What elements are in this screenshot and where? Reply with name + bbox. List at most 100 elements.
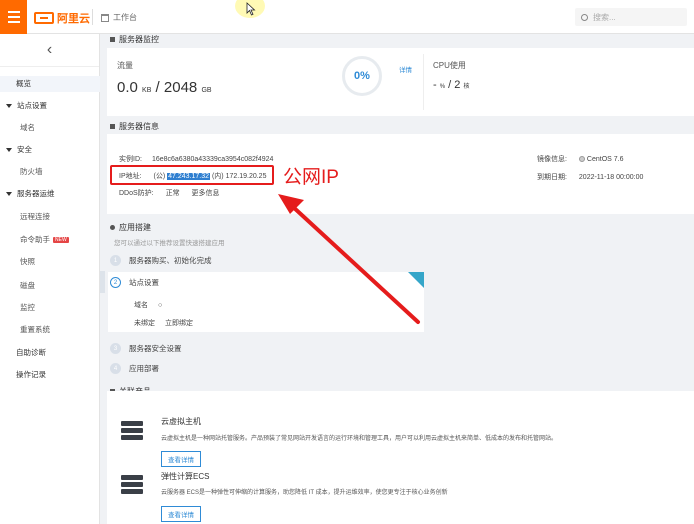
traffic-used-unit: KB: [142, 87, 152, 94]
sidebar-group-ops[interactable]: 服务器运维: [0, 188, 100, 199]
sidebar-group-security[interactable]: 安全: [0, 144, 100, 155]
ecs-icon: [121, 473, 143, 495]
section-title-text: 应用搭建: [119, 223, 151, 232]
chevron-left-icon: ‹: [46, 41, 53, 58]
cpu-used-unit: %: [439, 84, 446, 90]
centos-icon: [578, 156, 585, 163]
bind-now-link[interactable]: 立即绑定: [165, 320, 193, 327]
workbench-label: 工作台: [113, 13, 137, 22]
mouse-pointer-icon: [246, 2, 256, 16]
traffic-label: 流量: [117, 61, 133, 70]
new-badge: NEW: [53, 237, 69, 244]
sidebar-item-label: 重置系统: [20, 325, 50, 334]
sidebar-item-label: 防火墙: [20, 167, 43, 176]
sidebar-item-disk[interactable]: 磁盘: [0, 280, 100, 291]
build-step-3[interactable]: 3 服务器安全设置: [110, 343, 182, 354]
traffic-block: 流量 0.0 KB / 2048 GB: [117, 60, 212, 96]
monitor-divider: [423, 54, 424, 110]
sidebar-item-overview[interactable]: 概览: [0, 76, 100, 92]
ddos-row: DDoS防护: 正常 更多信息: [119, 188, 220, 198]
monitor-detail-link[interactable]: 详情: [399, 64, 412, 74]
build-step-4[interactable]: 4 应用部署: [110, 363, 159, 374]
expire-label: 到期日期:: [537, 174, 567, 181]
sidebar-item-operation-log[interactable]: 操作记录: [0, 369, 100, 380]
sidebar-back-button[interactable]: ‹: [0, 34, 99, 67]
section-title-text: 服务器监控: [119, 35, 159, 44]
sidebar-item-self-diagnosis[interactable]: 自助诊断: [0, 347, 100, 358]
product-title: 云虚拟主机: [161, 417, 201, 426]
section-icon: [110, 124, 115, 129]
sidebar-item-remote-connect[interactable]: 远程连接: [0, 211, 100, 222]
sidebar-item-label: 远程连接: [20, 212, 50, 221]
cpu-cores-unit: 核: [463, 84, 470, 90]
sidebar-item-label: 服务器运维: [17, 189, 55, 198]
sidebar-item-label: 命令助手: [20, 235, 50, 244]
product-title: 弹性计算ECS: [161, 472, 210, 481]
domain-label: 域名: [134, 302, 148, 309]
monitor-section-title: 服务器监控: [110, 34, 159, 45]
top-bar: 阿里云 工作台 搜索...: [0, 0, 694, 34]
cpu-block: CPU使用 - % / 2 核: [433, 60, 469, 91]
domain-row: 域名 ○: [134, 300, 162, 310]
sidebar-item-snapshot[interactable]: 快照: [0, 256, 100, 267]
sidebar-item-label: 快照: [20, 257, 35, 266]
sidebar-group-site-settings[interactable]: 站点设置: [0, 100, 100, 111]
section-icon: [110, 37, 115, 42]
traffic-value: 0.0 KB / 2048 GB: [117, 79, 212, 96]
cpu-value: - % / 2 核: [433, 79, 469, 91]
step-number: 4: [110, 363, 121, 374]
sidebar-item-label: 站点设置: [17, 101, 47, 110]
build-hint: 您可以通过以下推荐设置快速搭建应用: [114, 240, 225, 247]
sidebar-item-command-assistant[interactable]: 命令助手 NEW: [0, 234, 100, 245]
step-label: 站点设置: [129, 278, 159, 287]
view-details-button[interactable]: 查看详情: [161, 506, 201, 522]
monitor-panel: 流量 0.0 KB / 2048 GB 0% 详情 CPU使用 - % / 2 …: [107, 48, 694, 116]
image-row: 镜像信息: CentOS 7.6: [537, 154, 623, 164]
panel-collapse-handle[interactable]: [100, 271, 105, 293]
sidebar-item-monitor[interactable]: 监控: [0, 302, 100, 313]
public-ip-annotation: 公网IP: [283, 167, 339, 188]
sidebar-item-label: 安全: [17, 145, 32, 154]
traffic-total-unit: GB: [201, 87, 212, 94]
build-section-title: 应用搭建: [110, 222, 151, 233]
sidebar-item-firewall[interactable]: 防火墙: [0, 166, 100, 177]
build-step-2[interactable]: 2 站点设置: [110, 277, 159, 288]
ddos-more-link[interactable]: 更多信息: [192, 190, 220, 197]
step-number: 2: [110, 277, 121, 288]
ddos-status: 正常: [165, 190, 180, 197]
cpu-label: CPU使用: [433, 61, 466, 70]
search-input[interactable]: 搜索...: [575, 8, 687, 26]
cpu-cores: 2: [454, 79, 461, 91]
step-number: 3: [110, 343, 121, 354]
view-details-button[interactable]: 查看详情: [161, 451, 201, 467]
unbound-label: 未绑定: [134, 320, 155, 327]
image-value: CentOS 7.6: [586, 156, 624, 163]
instance-id-label: 实例ID:: [119, 156, 142, 163]
info-circle-icon: ○: [158, 302, 163, 309]
product-desc: 云虚拟主机是一种网站托管服务。产品预装了常见网站开发语言的运行环境和管理工具，用…: [161, 436, 558, 442]
hamburger-menu-button[interactable]: [0, 0, 27, 34]
sidebar-item-domain[interactable]: 域名: [0, 122, 100, 133]
sidebar-item-label: 操作记录: [16, 370, 46, 379]
instance-id-row: 实例ID: 16e8c6a6380a43339ca3954c082f4924: [119, 154, 273, 164]
traffic-gauge: 0%: [342, 56, 382, 96]
image-label: 镜像信息:: [537, 156, 567, 163]
info-section-title: 服务器信息: [110, 121, 159, 132]
workbench-link[interactable]: 工作台: [101, 12, 137, 23]
step-label: 服务器安全设置: [129, 344, 182, 353]
build-step-1[interactable]: 1 服务器购买、初始化完成: [110, 255, 212, 266]
bind-row: 未绑定 立即绑定: [134, 318, 193, 328]
sidebar: ‹ 概览 站点设置 域名 安全 防火墙 服务器运维 远程连接 命令助手 NEW 快…: [0, 34, 100, 524]
topbar-divider: [92, 9, 93, 25]
cpu-used: -: [433, 79, 437, 91]
aliyun-logo-icon: [34, 12, 54, 24]
ddos-label: DDoS防护:: [119, 190, 154, 197]
aliyun-logo[interactable]: 阿里云: [34, 10, 90, 26]
section-icon: [110, 225, 115, 230]
search-placeholder: 搜索...: [593, 12, 616, 22]
sidebar-item-reset-system[interactable]: 重置系统: [0, 324, 100, 335]
traffic-separator: /: [155, 79, 160, 96]
step-label: 应用部署: [129, 364, 159, 373]
expire-value: 2022-11-18 00:00:00: [578, 174, 644, 181]
sidebar-item-label: 监控: [20, 303, 35, 312]
